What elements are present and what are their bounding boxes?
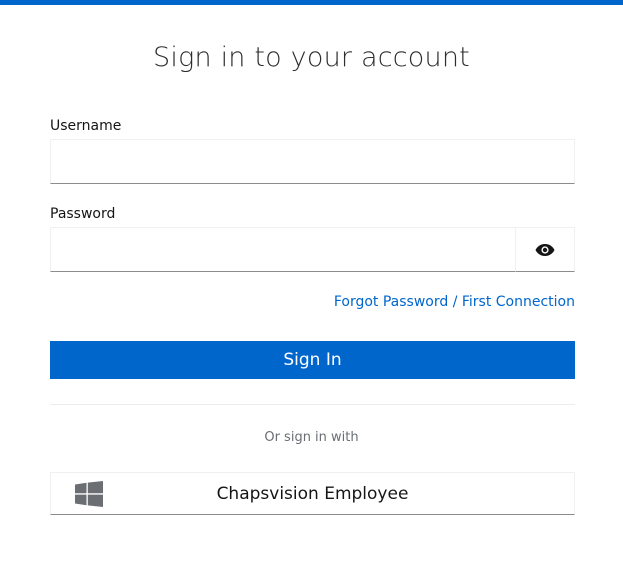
- password-input[interactable]: [50, 227, 516, 272]
- username-label: Username: [50, 118, 122, 134]
- forgot-password-link[interactable]: Forgot Password / First Connection: [334, 294, 575, 310]
- password-field-group: [50, 227, 575, 272]
- or-sign-in-with-text: Or sign in with: [264, 430, 359, 445]
- divider: [50, 404, 575, 405]
- eye-icon: [535, 243, 555, 256]
- sign-in-button[interactable]: Sign In: [50, 341, 575, 379]
- show-password-button[interactable]: [515, 227, 575, 272]
- username-input[interactable]: [50, 139, 575, 184]
- chapsvision-employee-login-button[interactable]: Chapsvision Employee: [50, 472, 575, 515]
- page-title: Sign in to your account: [153, 42, 470, 73]
- top-accent-bar: [0, 0, 623, 5]
- password-label: Password: [50, 206, 116, 222]
- provider-label: Chapsvision Employee: [216, 484, 409, 504]
